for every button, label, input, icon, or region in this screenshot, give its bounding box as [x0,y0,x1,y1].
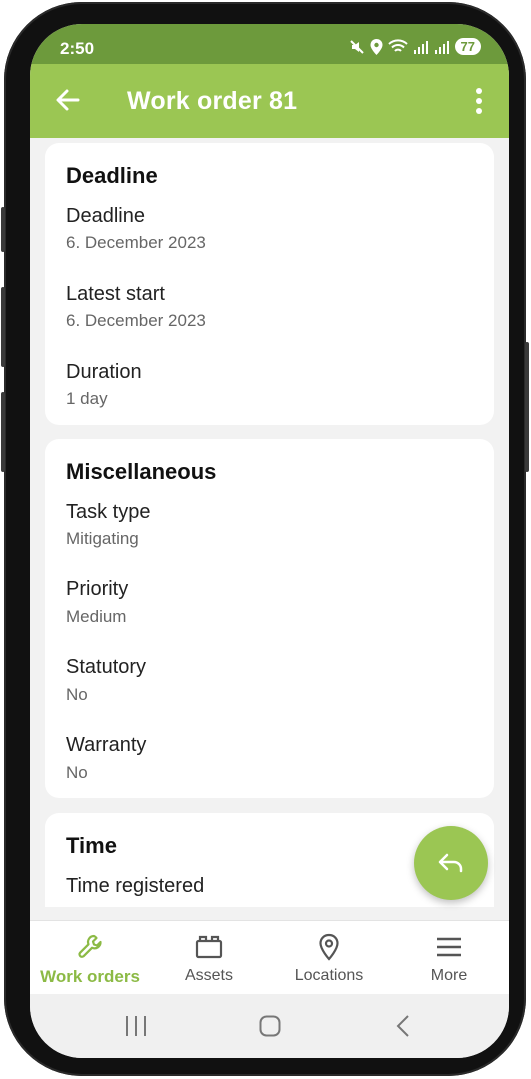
field-value: No [66,763,88,782]
miscellaneous-card: Miscellaneous Task type Mitigating Prior… [45,439,494,798]
battery-badge: 77 [454,38,481,55]
page-title: Work order 81 [127,87,298,115]
field-value: 6. December 2023 [66,311,206,330]
status-time: 2:50 [60,39,95,58]
back-icon[interactable] [395,1014,411,1038]
home-icon[interactable] [259,1015,281,1037]
nav-label: Assets [184,967,233,984]
field-value: Medium [66,607,127,626]
field-value: 6. December 2023 [66,233,206,252]
side-button [1,392,5,472]
section-title: Time [66,833,117,858]
field-label: Warranty [66,734,147,756]
power-button [525,342,529,472]
field-label: Task type [66,501,151,523]
nav-locations[interactable]: Locations [269,921,389,995]
field-value: No [66,685,88,704]
reply-icon [438,853,463,873]
box-icon [195,935,223,959]
field-label: Duration [66,361,142,383]
section-title: Miscellaneous [66,459,217,484]
nav-label: Locations [294,967,364,984]
signal-icon [434,40,449,54]
system-nav-bar [30,994,509,1058]
wrench-icon [78,934,102,958]
section-title: Deadline [66,163,158,188]
field-label: Statutory [66,656,147,678]
nav-more[interactable]: More [389,921,509,995]
mute-icon [349,39,364,54]
recent-apps-icon[interactable] [124,1015,148,1037]
field-value: 1 day [66,389,108,408]
field-label: Priority [66,578,129,600]
field-value: Mitigating [66,529,139,548]
volume-button [1,287,5,367]
status-bar: 2:50 77 [30,24,509,64]
volume-button [1,207,5,252]
nav-label: Work orders [40,967,140,986]
reply-button[interactable] [414,826,488,900]
nav-work-orders[interactable]: Work orders [30,921,150,995]
more-vert-icon[interactable] [469,86,489,116]
location-pin-icon [319,933,339,961]
detail-content[interactable]: Deadline Deadline 6. December 2023 Lates… [30,138,509,907]
arrow-left-icon[interactable] [54,86,82,114]
field-label: Latest start [66,283,165,305]
app-bar: Work order 81 [30,64,509,138]
phone-frame: 2:50 77 Work order 81 Deadline Deadline … [1,2,529,1076]
location-icon [370,38,383,55]
field-label: Time registered [66,875,205,897]
status-icons: 77 [349,38,481,55]
wifi-icon [387,38,408,52]
field-label: Deadline [66,205,145,227]
screen: 2:50 77 Work order 81 Deadline Deadline … [30,24,509,1058]
nav-label: More [430,967,468,984]
bottom-nav: Work orders Assets Locations More [30,920,509,995]
nav-assets[interactable]: Assets [149,921,269,995]
signal-icon [413,40,428,54]
hamburger-menu-icon [437,937,461,957]
deadline-card: Deadline Deadline 6. December 2023 Lates… [45,143,494,425]
